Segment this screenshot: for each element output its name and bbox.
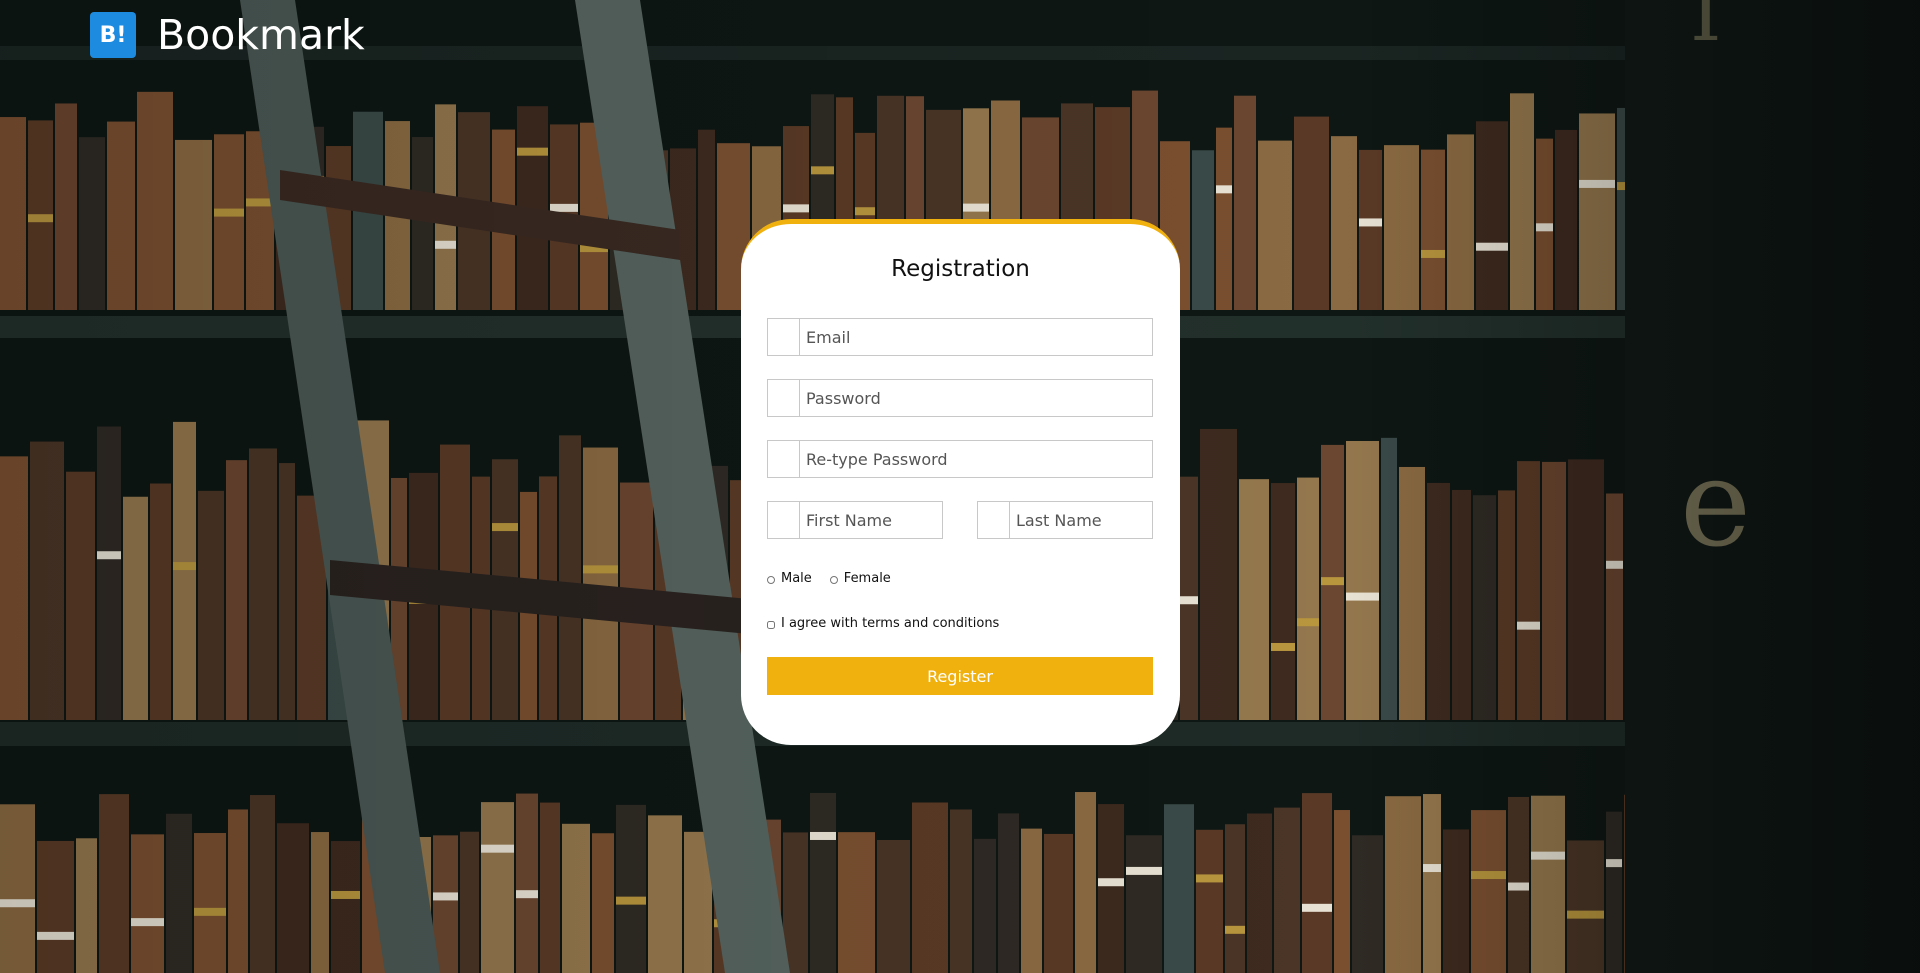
terms-checkbox[interactable] <box>767 620 775 629</box>
gender-option-male[interactable]: Male <box>767 571 812 586</box>
password-field <box>767 379 1153 417</box>
registration-card: Registration Male Female I agree with te… <box>741 219 1180 745</box>
email-input[interactable] <box>800 319 1152 355</box>
first-name-addon <box>768 502 800 538</box>
last-name-input[interactable] <box>1010 502 1152 538</box>
retype-password-addon <box>768 441 800 477</box>
password-addon <box>768 380 800 416</box>
password-input[interactable] <box>800 380 1152 416</box>
form-title: Registration <box>891 256 1030 282</box>
register-button[interactable]: Register <box>767 657 1153 695</box>
first-name-input[interactable] <box>800 502 942 538</box>
terms-label: I agree with terms and conditions <box>781 616 1000 631</box>
male-label: Male <box>781 571 812 586</box>
email-addon <box>768 319 800 355</box>
last-name-addon <box>978 502 1010 538</box>
gender-radio-group: Male Female <box>767 571 909 586</box>
gender-option-female[interactable]: Female <box>829 571 891 586</box>
male-radio[interactable] <box>767 575 775 584</box>
retype-password-input[interactable] <box>800 441 1152 477</box>
terms-checkbox-row[interactable]: I agree with terms and conditions <box>767 616 999 631</box>
retype-password-field <box>767 440 1153 478</box>
last-name-field <box>977 501 1153 539</box>
bookmark-logo-icon: B! <box>90 12 136 58</box>
brand-logo[interactable]: B! Bookmark <box>90 12 365 58</box>
email-field <box>767 318 1153 356</box>
brand-name: Bookmark <box>157 11 365 59</box>
female-label: Female <box>843 571 891 586</box>
female-radio[interactable] <box>829 575 838 584</box>
first-name-field <box>767 501 943 539</box>
